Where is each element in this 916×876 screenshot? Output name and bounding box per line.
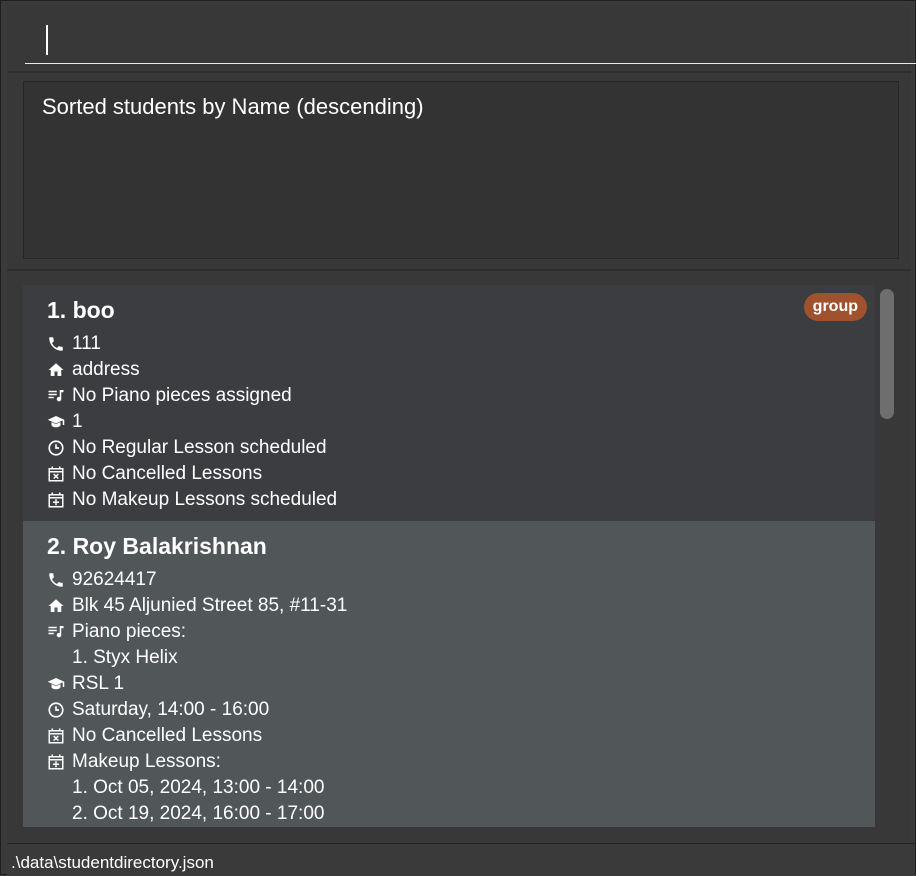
student-card[interactable]: 2. Roy Balakrishnan 92624417 Blk 45 Alju… xyxy=(23,521,875,827)
regular-lesson-row: No Regular Lesson scheduled xyxy=(47,435,853,461)
grade-text: 1 xyxy=(72,411,83,432)
makeup-item: 1. Oct 05, 2024, 13:00 - 14:00 xyxy=(72,777,325,798)
student-list-panel: 1. boo group 111 address No Piano pieces… xyxy=(7,271,911,841)
text-caret xyxy=(46,25,48,55)
home-icon xyxy=(47,361,65,379)
grade-text: RSL 1 xyxy=(72,673,125,694)
clock-icon xyxy=(47,701,65,719)
address-row: Blk 45 Aljunied Street 85, #11-31 xyxy=(47,593,853,619)
save-file-path: .\data\studentdirectory.json xyxy=(11,853,214,872)
result-display-area: Sorted students by Name (descending) xyxy=(7,73,911,271)
phone-text: 92624417 xyxy=(72,569,157,590)
makeup-text: No Makeup Lessons scheduled xyxy=(72,489,338,510)
address-text: Blk 45 Aljunied Street 85, #11-31 xyxy=(72,595,348,616)
result-display: Sorted students by Name (descending) xyxy=(23,81,899,259)
status-bar: .\data\studentdirectory.json xyxy=(7,843,915,876)
phone-icon xyxy=(47,335,65,353)
graduation-cap-icon xyxy=(47,413,65,431)
home-icon xyxy=(47,597,65,615)
scrollbar-thumb[interactable] xyxy=(880,289,894,419)
list-scrollbar[interactable] xyxy=(877,285,895,827)
makeup-text: Makeup Lessons: xyxy=(72,751,221,772)
regular-lesson-text: No Regular Lesson scheduled xyxy=(72,437,327,458)
phone-icon xyxy=(47,571,65,589)
phone-row: 92624417 xyxy=(47,567,853,593)
cancelled-text: No Cancelled Lessons xyxy=(72,725,263,746)
grade-row: 1 xyxy=(47,409,853,435)
regular-lesson-row: Saturday, 14:00 - 16:00 xyxy=(47,697,853,723)
cancelled-row: No Cancelled Lessons xyxy=(47,723,853,749)
makeup-item: 2. Oct 19, 2024, 16:00 - 17:00 xyxy=(72,803,325,824)
cancelled-text: No Cancelled Lessons xyxy=(72,463,263,484)
pieces-text: No Piano pieces assigned xyxy=(72,385,292,406)
pieces-row: No Piano pieces assigned xyxy=(47,383,853,409)
cancelled-row: No Cancelled Lessons xyxy=(47,461,853,487)
calendar-plus-icon xyxy=(47,491,65,509)
music-list-icon xyxy=(47,623,65,641)
pieces-row: Piano pieces: xyxy=(47,619,853,645)
app-window: Sorted students by Name (descending) 1. … xyxy=(0,0,916,876)
grade-row: RSL 1 xyxy=(47,671,853,697)
calendar-plus-icon xyxy=(47,753,65,771)
graduation-cap-icon xyxy=(47,675,65,693)
address-row: address xyxy=(47,357,853,383)
phone-text: 111 xyxy=(72,333,101,354)
command-input[interactable] xyxy=(25,17,916,64)
address-text: address xyxy=(72,359,140,380)
makeup-row: No Makeup Lessons scheduled xyxy=(47,487,853,513)
clock-icon xyxy=(47,439,65,457)
result-message: Sorted students by Name (descending) xyxy=(42,94,424,119)
music-list-icon xyxy=(47,387,65,405)
calendar-x-icon xyxy=(47,465,65,483)
student-list[interactable]: 1. boo group 111 address No Piano pieces… xyxy=(23,285,875,827)
calendar-x-icon xyxy=(47,727,65,745)
command-box-area xyxy=(7,3,916,73)
makeup-row: Makeup Lessons: xyxy=(47,749,853,775)
tag-badge: group xyxy=(803,293,867,321)
student-name: 2. Roy Balakrishnan xyxy=(47,533,267,559)
regular-lesson-text: Saturday, 14:00 - 16:00 xyxy=(72,699,270,720)
student-card[interactable]: 1. boo group 111 address No Piano pieces… xyxy=(23,285,875,521)
student-name: 1. boo xyxy=(47,297,115,323)
phone-row: 111 xyxy=(47,331,853,357)
piece-item: 1. Styx Helix xyxy=(72,647,178,668)
pieces-text: Piano pieces: xyxy=(72,621,187,642)
